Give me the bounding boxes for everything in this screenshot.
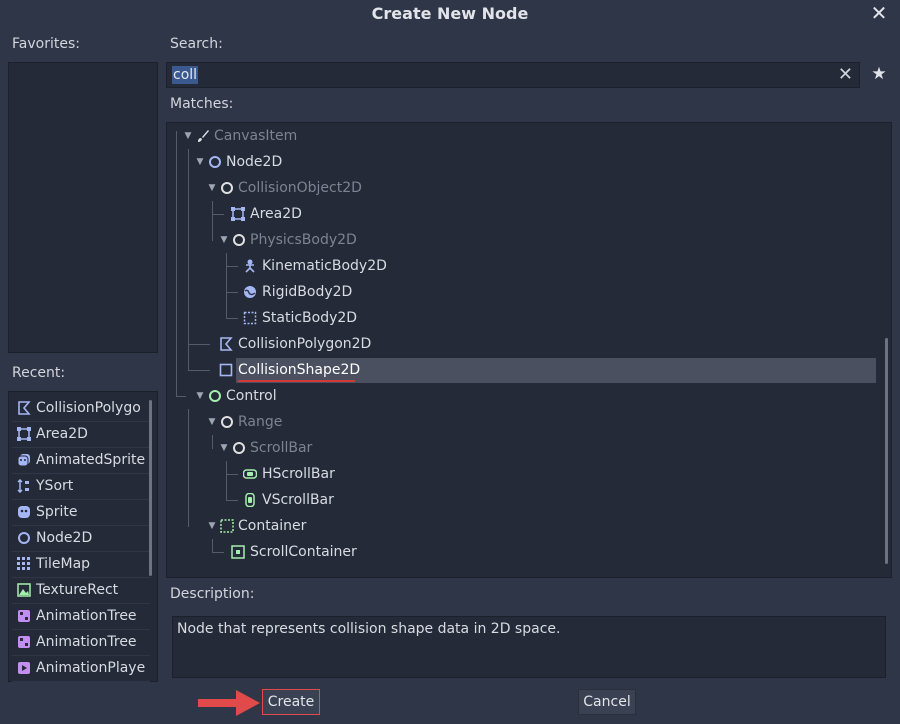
tree-item-label: ScrollContainer [250, 544, 357, 560]
container-icon [220, 519, 234, 533]
recent-label: Recent: [12, 365, 66, 381]
recent-item-label: TextureRect [36, 582, 119, 598]
control-circle-icon [209, 390, 221, 402]
recent-item[interactable]: YSort [12, 473, 150, 500]
animation-tree-icon [18, 610, 30, 622]
recent-item-label: Node2D [36, 530, 93, 546]
collision-polygon-icon [220, 337, 233, 351]
recent-item[interactable]: AnimationTree [12, 629, 150, 656]
circle-icon [233, 234, 245, 246]
search-label: Search: [170, 36, 223, 52]
favorites-list[interactable] [8, 62, 158, 353]
kinematic-icon [245, 259, 255, 273]
recent-item-label: AnimatedSprite [36, 452, 146, 468]
tilemap-icon [17, 557, 30, 570]
animation-tree-icon [18, 636, 30, 648]
recent-item[interactable]: AnimationTree [12, 603, 150, 630]
tree-item-label: Area2D [250, 206, 302, 222]
tree-item-label: StaticBody2D [262, 310, 358, 326]
recent-item-label: YSort [36, 478, 74, 494]
ysort-icon [17, 479, 29, 493]
collision-shape-icon [219, 363, 233, 377]
recent-item[interactable]: TileMap [12, 551, 150, 578]
tree-item-label: VScrollBar [262, 492, 334, 508]
tree-item-label: RigidBody2D [262, 284, 353, 300]
area2d-icon [17, 427, 31, 441]
tree-item-label: Container [238, 518, 307, 534]
brush-icon [198, 130, 209, 142]
tree-item-label: KinematicBody2D [262, 258, 387, 274]
description-label: Description: [170, 586, 255, 602]
tree-item-label: Control [226, 388, 277, 404]
create-button[interactable]: Create [262, 689, 320, 715]
texture-rect-icon [17, 583, 31, 597]
hscrollbar-icon [243, 469, 257, 479]
matches-label: Matches: [170, 96, 234, 112]
recent-item-label: TileMap [36, 556, 91, 572]
recent-item[interactable]: AnimatedSprite [12, 447, 150, 474]
search-input-value[interactable]: coll [172, 66, 199, 84]
recent-item-label: AnimationPlaye [36, 660, 146, 676]
cancel-button[interactable]: Cancel [578, 689, 636, 715]
red-arrow-icon [198, 690, 260, 716]
matches-scrollbar[interactable] [885, 338, 888, 564]
recent-item[interactable]: CollisionPolygo [12, 395, 150, 422]
collision-polygon-icon [18, 401, 31, 415]
description-text: Node that represents collision shape dat… [177, 621, 561, 637]
tree-item-label: ScrollBar [250, 440, 313, 456]
circle-icon [221, 182, 233, 194]
clear-icon[interactable]: ✕ [838, 64, 853, 85]
recent-item[interactable]: Node2D [12, 525, 150, 552]
circle-icon [233, 442, 245, 454]
recent-item[interactable]: TextureRect [12, 577, 150, 604]
node2d-circle-icon [18, 532, 30, 544]
tree-item-label: CollisionPolygon2D [238, 336, 372, 352]
recent-item-label: CollisionPolygo [36, 400, 141, 416]
vscrollbar-icon [245, 493, 255, 507]
tree-item-label: HScrollBar [262, 466, 335, 482]
staticbody-icon [243, 311, 257, 325]
favorites-label: Favorites: [12, 36, 80, 52]
circle-icon [221, 416, 233, 428]
tree-item-label: CollisionObject2D [238, 180, 362, 196]
animation-player-icon [18, 662, 30, 674]
tree-item-label: Range [238, 414, 283, 430]
tree-item-label: CollisionShape2D [238, 362, 361, 378]
star-icon[interactable]: ★ [868, 64, 890, 86]
tree-item-label: PhysicsBody2D [250, 232, 357, 248]
tree-item-label: CanvasItem [214, 128, 298, 144]
recent-scrollbar[interactable] [149, 400, 152, 576]
search-input[interactable]: coll ✕ [166, 62, 860, 88]
recent-item[interactable]: Sprite [12, 499, 150, 526]
recent-item-label: Area2D [36, 426, 88, 442]
recent-item-label: Sprite [36, 504, 78, 520]
node2d-circle-icon [209, 156, 221, 168]
dialog-title: Create New Node [371, 4, 529, 23]
recent-item[interactable]: Area2D [12, 421, 150, 448]
selection-underline [238, 380, 355, 382]
recent-item[interactable]: AnimationPlaye [12, 655, 150, 682]
animated-sprite-icon [17, 454, 30, 467]
recent-item-label: AnimationTree [36, 634, 137, 650]
area2d-icon [231, 207, 245, 221]
rigidbody-icon [244, 286, 256, 298]
tree-item-label: Node2D [226, 154, 283, 170]
recent-item-label: AnimationTree [36, 608, 137, 624]
scroll-container-icon [231, 545, 245, 559]
close-icon[interactable]: ✕ [868, 3, 890, 25]
description-box: Node that represents collision shape dat… [172, 616, 886, 678]
sprite-icon [18, 506, 30, 518]
